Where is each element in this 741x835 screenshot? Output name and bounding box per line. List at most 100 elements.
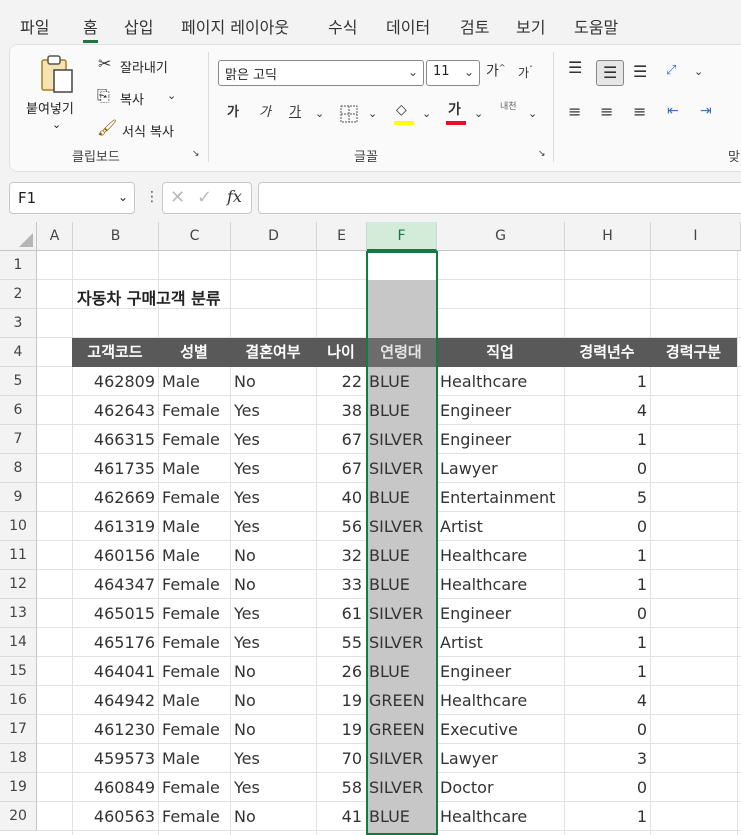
cell-married[interactable]: No xyxy=(234,686,314,715)
cell-customer-code[interactable]: 466315 xyxy=(77,425,155,454)
row-header[interactable]: 5 xyxy=(0,367,37,396)
row-header[interactable]: 15 xyxy=(0,657,37,686)
phonetic-guide-button[interactable]: 내천 xyxy=(500,103,517,112)
cell-age[interactable]: 22 xyxy=(318,367,362,396)
cell-gender[interactable]: Female xyxy=(162,657,230,686)
cell-customer-code[interactable]: 461735 xyxy=(77,454,155,483)
cell-career-years[interactable]: 1 xyxy=(566,367,647,396)
cell-occupation[interactable]: Engineer xyxy=(440,599,562,628)
align-bottom-icon[interactable]: ☰ xyxy=(633,64,647,80)
cell-gender[interactable]: Male xyxy=(162,367,230,396)
cell-married[interactable]: Yes xyxy=(234,454,314,483)
cell-occupation[interactable]: Executive xyxy=(440,715,562,744)
format-painter-icon[interactable]: 🖌 xyxy=(97,120,117,136)
cell-occupation[interactable]: Lawyer xyxy=(440,744,562,773)
copy-label[interactable]: 복사 xyxy=(120,89,144,108)
chevron-down-icon[interactable]: ⌄ xyxy=(368,108,377,119)
cell-age[interactable]: 67 xyxy=(318,454,362,483)
cell-customer-code[interactable]: 461230 xyxy=(77,715,155,744)
align-center-icon[interactable]: ≡ xyxy=(600,104,613,120)
row-header[interactable]: 11 xyxy=(0,541,37,570)
cell-occupation[interactable]: Healthcare xyxy=(440,367,562,396)
cell-married[interactable]: Yes xyxy=(234,512,314,541)
cut-label[interactable]: 잘라내기 xyxy=(120,57,168,76)
fill-color-button[interactable]: ◇ xyxy=(394,102,414,126)
menu-insert[interactable]: 삽입 xyxy=(124,14,153,38)
cell-customer-code[interactable]: 460563 xyxy=(77,802,155,831)
column-header-c[interactable]: C xyxy=(159,222,231,251)
cell-gender[interactable]: Male xyxy=(162,512,230,541)
cell-age[interactable]: 58 xyxy=(318,773,362,802)
cell-customer-code[interactable]: 460156 xyxy=(77,541,155,570)
row-header[interactable]: 1 xyxy=(0,251,37,280)
cell-age[interactable]: 32 xyxy=(318,541,362,570)
cell-career-years[interactable]: 1 xyxy=(566,570,647,599)
cell-occupation[interactable]: Doctor xyxy=(440,773,562,802)
row-header[interactable]: 2 xyxy=(0,280,37,309)
table-header-cell[interactable]: 직업 xyxy=(436,338,564,367)
row-header[interactable]: 16 xyxy=(0,686,37,715)
cell-customer-code[interactable]: 462643 xyxy=(77,396,155,425)
cell-occupation[interactable]: Artist xyxy=(440,628,562,657)
bold-button[interactable]: 가 xyxy=(227,106,239,119)
chevron-down-icon[interactable]: ⌄ xyxy=(528,108,537,119)
cell-customer-code[interactable]: 459573 xyxy=(77,744,155,773)
column-header-e[interactable]: E xyxy=(317,222,367,251)
chevron-down-icon[interactable]: ⌄ xyxy=(474,108,483,119)
cell-career-years[interactable]: 5 xyxy=(566,483,647,512)
menu-review[interactable]: 검토 xyxy=(460,14,489,38)
column-header-h[interactable]: H xyxy=(565,222,651,251)
column-header-i[interactable]: I xyxy=(651,222,741,251)
cell-married[interactable]: No xyxy=(234,570,314,599)
cell-gender[interactable]: Male xyxy=(162,454,230,483)
cell-occupation[interactable]: Entertainment xyxy=(440,483,562,512)
cell-gender[interactable]: Female xyxy=(162,483,230,512)
table-header-cell[interactable]: 고객코드 xyxy=(72,338,158,367)
cell-married[interactable]: No xyxy=(234,657,314,686)
cell-career-years[interactable]: 1 xyxy=(566,657,647,686)
column-header-a[interactable]: A xyxy=(37,222,73,251)
sheet-cells[interactable]: 자동차 구매고객 분류 고객코드 성별 결혼여부 나이 연령대 직업 경력년수 … xyxy=(37,251,741,835)
cell-married[interactable]: Yes xyxy=(234,744,314,773)
row-header[interactable]: 17 xyxy=(0,715,37,744)
row-header[interactable]: 9 xyxy=(0,483,37,512)
select-all-corner[interactable] xyxy=(0,222,37,251)
cell-career-years[interactable]: 0 xyxy=(566,454,647,483)
cell-gender[interactable]: Female xyxy=(162,425,230,454)
cell-career-years[interactable]: 1 xyxy=(566,802,647,831)
cell-age[interactable]: 40 xyxy=(318,483,362,512)
cell-gender[interactable]: Female xyxy=(162,773,230,802)
font-size-select[interactable]: 11 ⌄ xyxy=(426,60,480,86)
font-color-button[interactable]: 가 xyxy=(446,102,466,126)
cell-occupation[interactable]: Healthcare xyxy=(440,802,562,831)
scissors-icon[interactable]: ✂ xyxy=(98,56,111,72)
cell-gender[interactable]: Male xyxy=(162,541,230,570)
copy-icon[interactable]: ⎘ xyxy=(97,88,110,104)
cell-occupation[interactable]: Lawyer xyxy=(440,454,562,483)
cell-married[interactable]: Yes xyxy=(234,483,314,512)
chevron-down-icon[interactable]: ⌄ xyxy=(422,108,431,119)
cell-career-years[interactable]: 0 xyxy=(566,773,647,802)
shrink-font-icon[interactable]: 가ˇ xyxy=(518,66,533,80)
row-header[interactable]: 4 xyxy=(0,338,37,367)
cell-occupation[interactable]: Engineer xyxy=(440,425,562,454)
dialog-launcher-icon[interactable]: ↘ xyxy=(192,150,200,159)
cell-married[interactable]: No xyxy=(234,541,314,570)
row-header[interactable]: 13 xyxy=(0,599,37,628)
table-header-cell[interactable]: 경력구분 xyxy=(650,338,737,367)
cell-gender[interactable]: Female xyxy=(162,396,230,425)
cell-age[interactable]: 38 xyxy=(318,396,362,425)
cell-customer-code[interactable]: 461319 xyxy=(77,512,155,541)
italic-button[interactable]: 가 xyxy=(259,106,271,119)
cell-married[interactable]: No xyxy=(234,802,314,831)
cell-age[interactable]: 61 xyxy=(318,599,362,628)
cell-occupation[interactable]: Artist xyxy=(440,512,562,541)
menu-data[interactable]: 데이터 xyxy=(386,14,430,38)
cell-gender[interactable]: Male xyxy=(162,744,230,773)
more-options-icon[interactable]: ⋮ xyxy=(145,190,159,204)
cell-occupation[interactable]: Healthcare xyxy=(440,570,562,599)
cell-age[interactable]: 70 xyxy=(318,744,362,773)
format-painter-label[interactable]: 서식 복사 xyxy=(122,121,174,140)
column-header-d[interactable]: D xyxy=(231,222,317,251)
cell-gender[interactable]: Female xyxy=(162,715,230,744)
